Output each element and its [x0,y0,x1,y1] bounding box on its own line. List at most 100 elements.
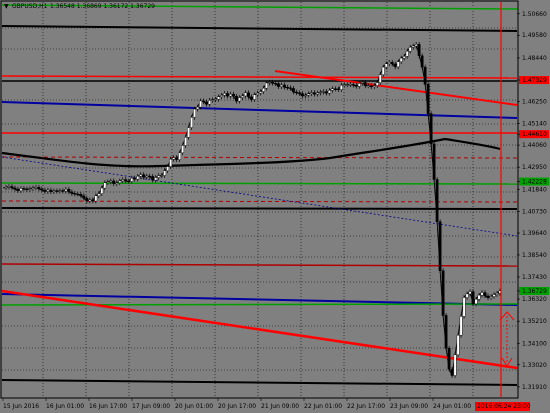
time-axis: 15 Jun 2016 16 Jun 01:00 16 Jun 17:00 17 Ju… [2,398,531,411]
candle-body [115,182,119,184]
candle-body [40,188,44,191]
candle-body [226,93,229,97]
candle-body [405,50,409,57]
symbol-triangle-icon: ▼ [4,3,9,10]
candle-body [64,189,68,192]
candle-body [274,83,277,85]
candle-body [387,62,391,64]
candle-body [360,82,364,84]
candle-body [76,193,80,196]
candle-body [420,55,424,68]
price-axis: 1.50660 1.49580 1.48440 1.47329 1.46250 1.451… [517,11,549,391]
candle-body [247,92,250,97]
candle-body [429,113,433,145]
candle-body [339,84,343,90]
candle-body [127,180,131,183]
candle-body [477,294,481,300]
candle-body [25,188,29,190]
candle-body [232,93,235,97]
chart-window[interactable]: ▼ GBPUSD,H1 1.36548 1.36869 1.36172 1.36… [0,0,550,413]
candle-body [312,92,316,95]
price-label: 1.36320 [522,296,547,303]
candle-body [136,176,140,180]
candle-body [295,91,298,93]
candle-body [378,74,382,83]
candle-body [277,83,280,87]
candle-body [265,82,268,89]
candle-body [235,96,238,102]
candle-body [241,95,244,98]
price-label: 1.41840 [522,186,547,193]
candle-body [348,84,352,86]
candle-body [256,92,259,95]
candle-body [300,93,304,97]
candle-body [414,44,418,47]
candle-body [79,194,83,197]
candle-body [148,175,152,178]
candle-body [253,94,256,100]
candle-body [438,221,442,271]
price-label: 1.39640 [522,230,547,237]
price-label: 1.35210 [522,318,547,325]
candle-body [393,63,397,68]
price-label: 1.48440 [522,55,547,62]
candle-body [486,295,490,298]
candle-body [223,93,226,96]
candle-body [211,99,214,101]
candle-body [309,92,313,94]
green-level-lower[interactable] [1,303,518,306]
candle-body [145,175,149,178]
candle-body [408,46,412,52]
candle-body [321,91,325,93]
candle-body [315,92,319,95]
candle-body [118,180,122,183]
candle-body [139,174,143,177]
candle-body [157,175,161,178]
candle-body [193,108,197,118]
candle-body [289,87,292,89]
candle-body [432,143,436,180]
candle-body [160,175,164,177]
candle-body [366,85,370,87]
time-label: 20 Jun 01:00 [175,403,213,410]
candle-body [441,270,445,316]
candle-body [100,187,104,194]
candle-body [303,94,307,97]
candle-body [306,93,310,96]
time-label: 17 Jun 09:00 [132,403,170,410]
time-label: 16 Jun 17:00 [89,403,127,410]
candle-body [363,82,367,86]
price-label: 1.50660 [522,11,547,18]
price-label: 1.33020 [522,362,547,369]
ohlc-readout: 1.36548 1.36869 1.36172 1.36729 [50,3,155,10]
price-label: 1.38540 [522,252,547,259]
time-label: 22 Jun 01:00 [304,403,342,410]
candle-body [402,56,406,59]
candle-body [357,83,361,87]
candle-body [483,292,487,297]
candle-body [67,189,71,193]
candle-body [121,179,125,182]
candle-body [46,189,50,192]
green-level-142228[interactable] [1,182,518,185]
price-label: 1.34100 [522,340,547,347]
price-label: 1.44060 [522,142,547,149]
price-label: 1.42950 [522,164,547,171]
price-label: 1.36729 [522,288,547,295]
candle-body [151,176,155,181]
candle-body [426,83,430,114]
candle-body [468,291,472,295]
candle-body [106,181,110,183]
candle-body [330,88,334,91]
price-chart[interactable]: ▼ GBPUSD,H1 1.36548 1.36869 1.36172 1.36… [0,0,550,413]
candle-body [103,182,107,189]
candle-body [280,84,283,87]
candle-body [480,292,484,296]
candle-body [124,179,128,182]
candle-body [250,96,253,100]
black-level-3[interactable] [1,207,518,210]
candle-body [97,193,101,197]
candle-body [423,66,427,85]
candle-body [166,166,170,171]
candle-body [229,93,232,97]
